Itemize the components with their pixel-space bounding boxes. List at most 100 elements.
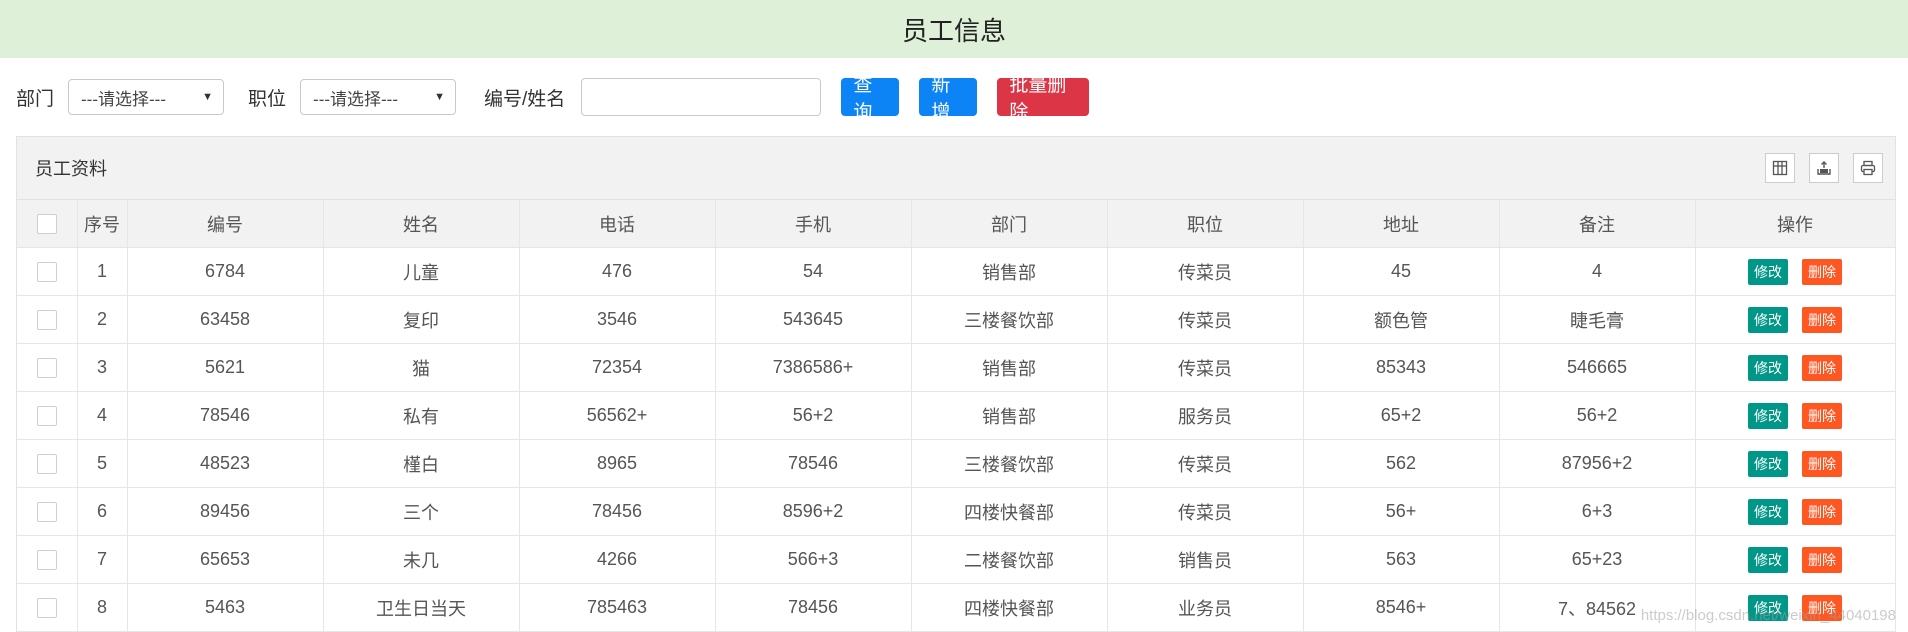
edit-button[interactable]: 修改 (1748, 546, 1788, 573)
delete-button[interactable]: 删除 (1802, 258, 1842, 285)
table-cell: 传菜员 (1107, 295, 1304, 344)
row-checkbox[interactable] (36, 598, 57, 619)
watermark: https://blog.csdn.net/weixin_44040198 (1640, 607, 1896, 624)
table-cell: 5 (77, 439, 128, 488)
delete-button[interactable]: 删除 (1802, 306, 1842, 333)
table-cell: 传菜员 (1107, 439, 1304, 488)
table-cell: 63458 (127, 295, 324, 344)
table-cell: 8965 (519, 439, 716, 488)
actions-cell: 修改 删除 (1695, 391, 1896, 440)
table-cell: 业务员 (1107, 583, 1304, 632)
table-cell: 6784 (127, 247, 324, 296)
table-cell: 猫 (323, 343, 520, 392)
batch-delete-button[interactable]: 批量删除 (997, 75, 1090, 123)
table-cell: 销售部 (911, 391, 1108, 440)
table-cell: 销售部 (911, 247, 1108, 296)
filter-bar: 部门 ---请选择--- ▼ 职位 ---请选择--- ▼ 编号/姓名 查询 新… (0, 58, 1908, 136)
row-checkbox[interactable] (36, 502, 57, 523)
table-cell: 四楼快餐部 (911, 583, 1108, 632)
table-cell: 三楼餐饮部 (911, 439, 1108, 488)
row-select-cell (17, 535, 78, 584)
table-cell: 销售员 (1107, 535, 1304, 584)
column-header: 序号 (77, 200, 128, 248)
table-cell: 5463 (127, 583, 324, 632)
row-checkbox[interactable] (36, 550, 57, 571)
table-cell: 78546 (127, 391, 324, 440)
table-cell: 1 (77, 247, 128, 296)
panel-header: 员工资料 (17, 137, 1895, 200)
row-checkbox[interactable] (36, 454, 57, 475)
table-cell: 未几 (323, 535, 520, 584)
chevron-down-icon: ▼ (202, 91, 214, 103)
row-select-cell (17, 391, 78, 440)
position-select[interactable]: ---请选择--- ▼ (300, 79, 457, 115)
column-header: 备注 (1499, 200, 1696, 248)
columns-icon[interactable] (1765, 153, 1795, 183)
position-label: 职位 (248, 88, 287, 110)
chevron-down-icon: ▼ (434, 91, 446, 103)
row-checkbox[interactable] (36, 310, 57, 331)
column-header: 职位 (1107, 200, 1304, 248)
table-cell: 56+ (1303, 487, 1500, 536)
table-cell: 546665 (1499, 343, 1696, 392)
edit-button[interactable]: 修改 (1748, 450, 1788, 477)
row-select-cell (17, 487, 78, 536)
table-row: 8 5463 卫生日当天 785463 78456 四楼快餐部 业务员 8546+ 7、8456… (17, 583, 1896, 632)
table-header-row: 序号 编号 姓名 电话 手机 部门 职位 地址 备注 操作 (17, 200, 1896, 248)
delete-button[interactable]: 删除 (1802, 546, 1842, 573)
table-cell: 卫生日当天 (323, 583, 520, 632)
table-cell: 传菜员 (1107, 343, 1304, 392)
delete-button[interactable]: 删除 (1802, 354, 1842, 381)
table-cell: 476 (519, 247, 716, 296)
delete-button[interactable]: 删除 (1802, 450, 1842, 477)
edit-button[interactable]: 修改 (1748, 258, 1788, 285)
table-row: 7 65653 未几 4266 566+3 二楼餐饮部 销售员 563 65+23 修改 删除 (17, 535, 1896, 584)
id-name-input[interactable] (581, 78, 822, 116)
row-checkbox[interactable] (36, 262, 57, 283)
table-cell: 服务员 (1107, 391, 1304, 440)
column-header: 电话 (519, 200, 716, 248)
table-cell: 销售部 (911, 343, 1108, 392)
print-icon[interactable] (1853, 153, 1883, 183)
select-all-checkbox[interactable] (36, 214, 57, 235)
dept-label: 部门 (16, 88, 55, 110)
delete-button[interactable]: 删除 (1802, 402, 1842, 429)
add-button[interactable]: 新增 (919, 75, 978, 123)
edit-button[interactable]: 修改 (1748, 498, 1788, 525)
edit-button[interactable]: 修改 (1748, 354, 1788, 381)
table-cell: 56+2 (1499, 391, 1696, 440)
table-cell: 2 (77, 295, 128, 344)
table-cell: 54 (715, 247, 912, 296)
row-select-cell (17, 583, 78, 632)
row-select-cell (17, 439, 78, 488)
table-cell: 四楼快餐部 (911, 487, 1108, 536)
table-cell: 65+2 (1303, 391, 1500, 440)
position-select-value: ---请选择--- (313, 89, 398, 109)
edit-button[interactable]: 修改 (1748, 402, 1788, 429)
table-cell: 槿白 (323, 439, 520, 488)
query-button[interactable]: 查询 (841, 75, 900, 123)
table-cell: 562 (1303, 439, 1500, 488)
dept-select[interactable]: ---请选择--- ▼ (68, 79, 225, 115)
row-checkbox[interactable] (36, 406, 57, 427)
table-row: 4 78546 私有 56562+ 56+2 销售部 服务员 65+2 56+2 修改 删除 (17, 391, 1896, 440)
table-cell: 45 (1303, 247, 1500, 296)
actions-cell: 修改 删除 (1695, 439, 1896, 488)
table-cell: 4 (77, 391, 128, 440)
export-icon[interactable] (1809, 153, 1839, 183)
row-select-cell (17, 247, 78, 296)
row-checkbox[interactable] (36, 358, 57, 379)
table-cell: 4266 (519, 535, 716, 584)
table-cell: 566+3 (715, 535, 912, 584)
toolbar (1751, 153, 1883, 183)
table-cell: 65653 (127, 535, 324, 584)
column-header: 操作 (1695, 200, 1896, 248)
table-row: 2 63458 复印 3546 543645 三楼餐饮部 传菜员 额色管 睫毛膏 修改 删除 (17, 295, 1896, 344)
delete-button[interactable]: 删除 (1802, 498, 1842, 525)
edit-button[interactable]: 修改 (1748, 306, 1788, 333)
column-header: 部门 (911, 200, 1108, 248)
table-cell: 5621 (127, 343, 324, 392)
table-cell: 传菜员 (1107, 247, 1304, 296)
employee-table: 序号 编号 姓名 电话 手机 部门 职位 地址 备注 操作 1 6784 儿童 476… (17, 200, 1896, 632)
table-cell: 3 (77, 343, 128, 392)
